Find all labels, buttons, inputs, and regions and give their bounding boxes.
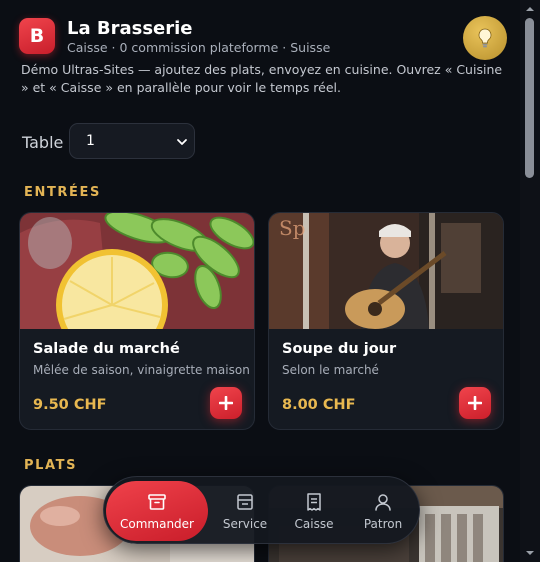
nav-commander[interactable]: Commander [106,481,208,541]
brand-subtitle: Caisse · 0 commission plateforme · Suiss… [67,40,331,55]
lightbulb-icon [478,28,492,48]
nav-caisse[interactable]: Caisse [294,477,334,545]
salad-photo [20,213,254,329]
item-description: Mêlée de saison, vinaigrette maison [33,363,250,377]
bottom-navigation: Commander Service Caisse Patron [103,476,420,544]
section-title-plats: PLATS [24,458,78,473]
item-price: 8.00 CHF [282,397,356,413]
table-select[interactable]: 1 [69,123,195,159]
item-name: Soupe du jour [282,341,397,357]
page-scrollbar[interactable] [520,0,540,562]
plus-icon [219,396,233,410]
menu-item-card: Salade du marché Mêlée de saison, vinaig… [19,212,255,430]
nav-label: Caisse [294,516,334,531]
nav-label: Commander [120,516,194,531]
scroll-down-icon[interactable] [524,547,536,559]
nav-service[interactable]: Service [222,477,268,545]
svg-text:Sp: Sp [279,216,306,240]
nav-label: Patron [363,516,403,531]
nav-label: Service [222,516,268,531]
brand-logo: B [19,18,55,54]
section-title-entrees: ENTRÉES [24,185,101,200]
table-label: Table [22,133,64,152]
receipt-icon [307,492,321,511]
add-to-order-button[interactable] [459,387,491,419]
app-header: B La Brasserie Caisse · 0 commission pla… [19,16,508,60]
plus-icon [468,396,482,410]
scroll-up-icon[interactable] [524,3,536,15]
app-viewport: B La Brasserie Caisse · 0 commission pla… [0,0,520,562]
intro-text: Démo Ultras-Sites — ajoutez des plats, e… [21,62,503,95]
table-select-value: 1 [86,133,95,149]
add-to-order-button[interactable] [210,387,242,419]
item-name: Salade du marché [33,341,180,357]
chevron-down-icon [177,139,187,145]
user-icon [375,493,391,511]
menu-item-card: Sp Soupe du jour Selon le marché 8.00 CH… [268,212,504,430]
theme-toggle-button[interactable] [463,16,507,60]
brand-title: La Brasserie [67,18,193,39]
item-price: 9.50 CHF [33,397,107,413]
scroll-thumb[interactable] [525,18,534,178]
nav-patron[interactable]: Patron [361,477,405,545]
item-description: Selon le marché [282,363,379,377]
tray-icon [237,493,253,510]
archive-box-icon [148,493,166,510]
guitarist-photo: Sp [269,213,503,329]
